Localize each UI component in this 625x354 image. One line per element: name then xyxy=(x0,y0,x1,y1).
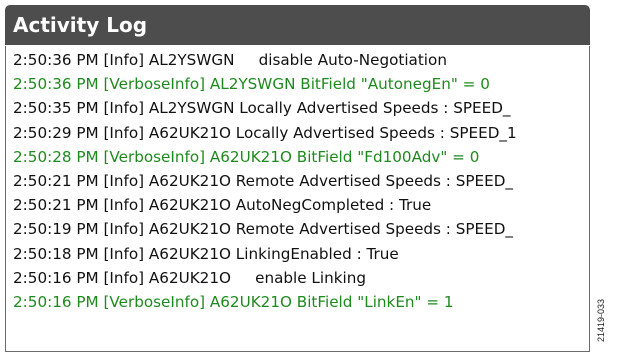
log-entry: 2:50:28 PM [VerboseInfo] A62UK21O BitFie… xyxy=(13,147,480,166)
log-entry: 2:50:35 PM [Info] AL2YSWGN Locally Adver… xyxy=(13,99,511,118)
log-entry: 2:50:21 PM [Info] A62UK21O Remote Advert… xyxy=(13,172,514,191)
activity-log-panel: Activity Log 2:50:36 PM [Info] AL2YSWGN … xyxy=(5,5,590,352)
log-entry: 2:50:16 PM [VerboseInfo] A62UK21O BitFie… xyxy=(13,293,454,312)
log-entry: 2:50:18 PM [Info] A62UK21O LinkingEnable… xyxy=(13,244,399,263)
figure-id: 21419-033 xyxy=(596,298,606,342)
log-list[interactable]: 2:50:36 PM [Info] AL2YSWGN disable Auto-… xyxy=(5,46,590,352)
panel-title: Activity Log xyxy=(5,5,590,45)
log-entry: 2:50:36 PM [Info] AL2YSWGN disable Auto-… xyxy=(13,51,447,69)
log-entry: 2:50:36 PM [VerboseInfo] AL2YSWGN BitFie… xyxy=(13,75,490,94)
log-entry: 2:50:19 PM [Info] A62UK21O Remote Advert… xyxy=(13,220,514,239)
log-entry: 2:50:16 PM [Info] A62UK21O enable Linkin… xyxy=(13,268,366,287)
log-entry: 2:50:21 PM [Info] A62UK21O AutoNegComple… xyxy=(13,196,432,215)
log-entry: 2:50:29 PM [Info] A62UK21O Locally Adver… xyxy=(13,123,517,142)
